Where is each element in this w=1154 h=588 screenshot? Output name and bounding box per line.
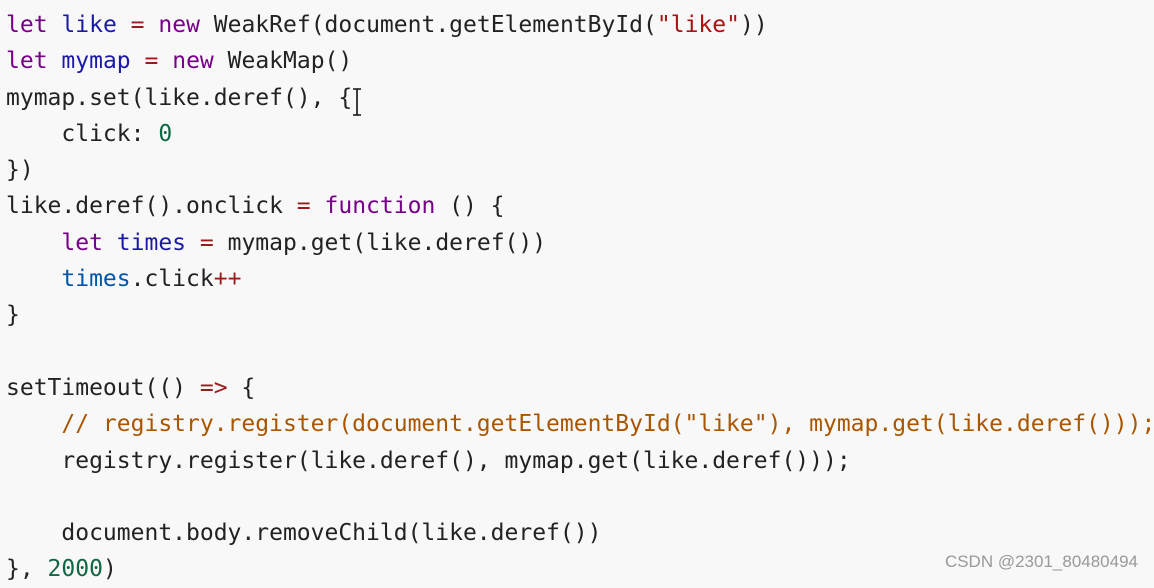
code-line: times.click++: [6, 261, 1154, 297]
code-token: 0: [158, 120, 173, 147]
code-token: =>: [199, 374, 228, 401]
code-token: }): [6, 157, 34, 184]
code-line: document.body.removeChild(like.deref()): [6, 515, 1154, 551]
code-token: mymap.set(like.deref(), {: [6, 84, 353, 111]
text-cursor-icon: [353, 88, 361, 116]
code-token: ++: [213, 266, 242, 293]
code-token: document.body.removeChild(like.deref()): [6, 520, 602, 547]
code-token: .click: [130, 266, 214, 293]
code-token: =: [199, 229, 214, 256]
code-token: WeakRef(document.getElementById(: [199, 12, 657, 38]
code-line: mymap.set(like.deref(), {: [6, 80, 1154, 116]
code-line: let mymap = new WeakMap(): [6, 43, 1154, 79]
code-token: () {: [435, 193, 505, 220]
code-line: setTimeout(() => {: [6, 370, 1154, 406]
code-token: }: [6, 302, 20, 329]
code-token: WeakMap(): [213, 48, 353, 75]
code-token: function: [324, 193, 436, 220]
code-editor[interactable]: let like = new WeakRef(document.getEleme…: [6, 7, 1154, 588]
code-token: new: [158, 12, 200, 38]
code-line: }): [6, 152, 1154, 188]
code-token: new: [172, 48, 214, 75]
code-token: like: [61, 12, 117, 38]
code-token: )): [739, 12, 768, 38]
code-line: let times = mymap.get(like.deref()): [6, 225, 1154, 261]
code-token: setTimeout((): [6, 374, 200, 401]
code-line: let like = new WeakRef(document.getEleme…: [6, 7, 1154, 43]
code-token: mymap.get(like.deref()): [213, 229, 547, 256]
code-token: click:: [6, 120, 159, 147]
code-token: =: [144, 48, 159, 75]
code-token: {: [227, 374, 256, 401]
code-token: 2000: [47, 556, 103, 583]
code-line: registry.register(like.deref(), mymap.ge…: [6, 443, 1154, 479]
code-token: times: [61, 266, 131, 293]
code-token: =: [130, 12, 145, 38]
code-line: // registry.register(document.getElement…: [6, 406, 1154, 442]
code-token: let: [6, 12, 48, 38]
code-token: registry.register(like.deref(), mymap.ge…: [6, 447, 851, 474]
code-token: =: [296, 193, 311, 220]
code-token: let: [6, 48, 48, 75]
code-token: "like": [656, 12, 740, 38]
code-token: let: [61, 229, 103, 256]
code-token: like.deref().onclick: [6, 193, 297, 220]
code-line: like.deref().onclick = function () {: [6, 188, 1154, 224]
code-token: ): [102, 556, 117, 583]
code-token: // registry.register(document.getElement…: [61, 411, 1154, 438]
code-token: },: [6, 556, 48, 583]
code-token: mymap: [61, 48, 131, 75]
code-line: click: 0: [6, 116, 1154, 152]
watermark: CSDN @2301_80480494: [944, 552, 1138, 571]
code-token: times: [116, 229, 187, 256]
code-line: }: [6, 297, 1154, 333]
